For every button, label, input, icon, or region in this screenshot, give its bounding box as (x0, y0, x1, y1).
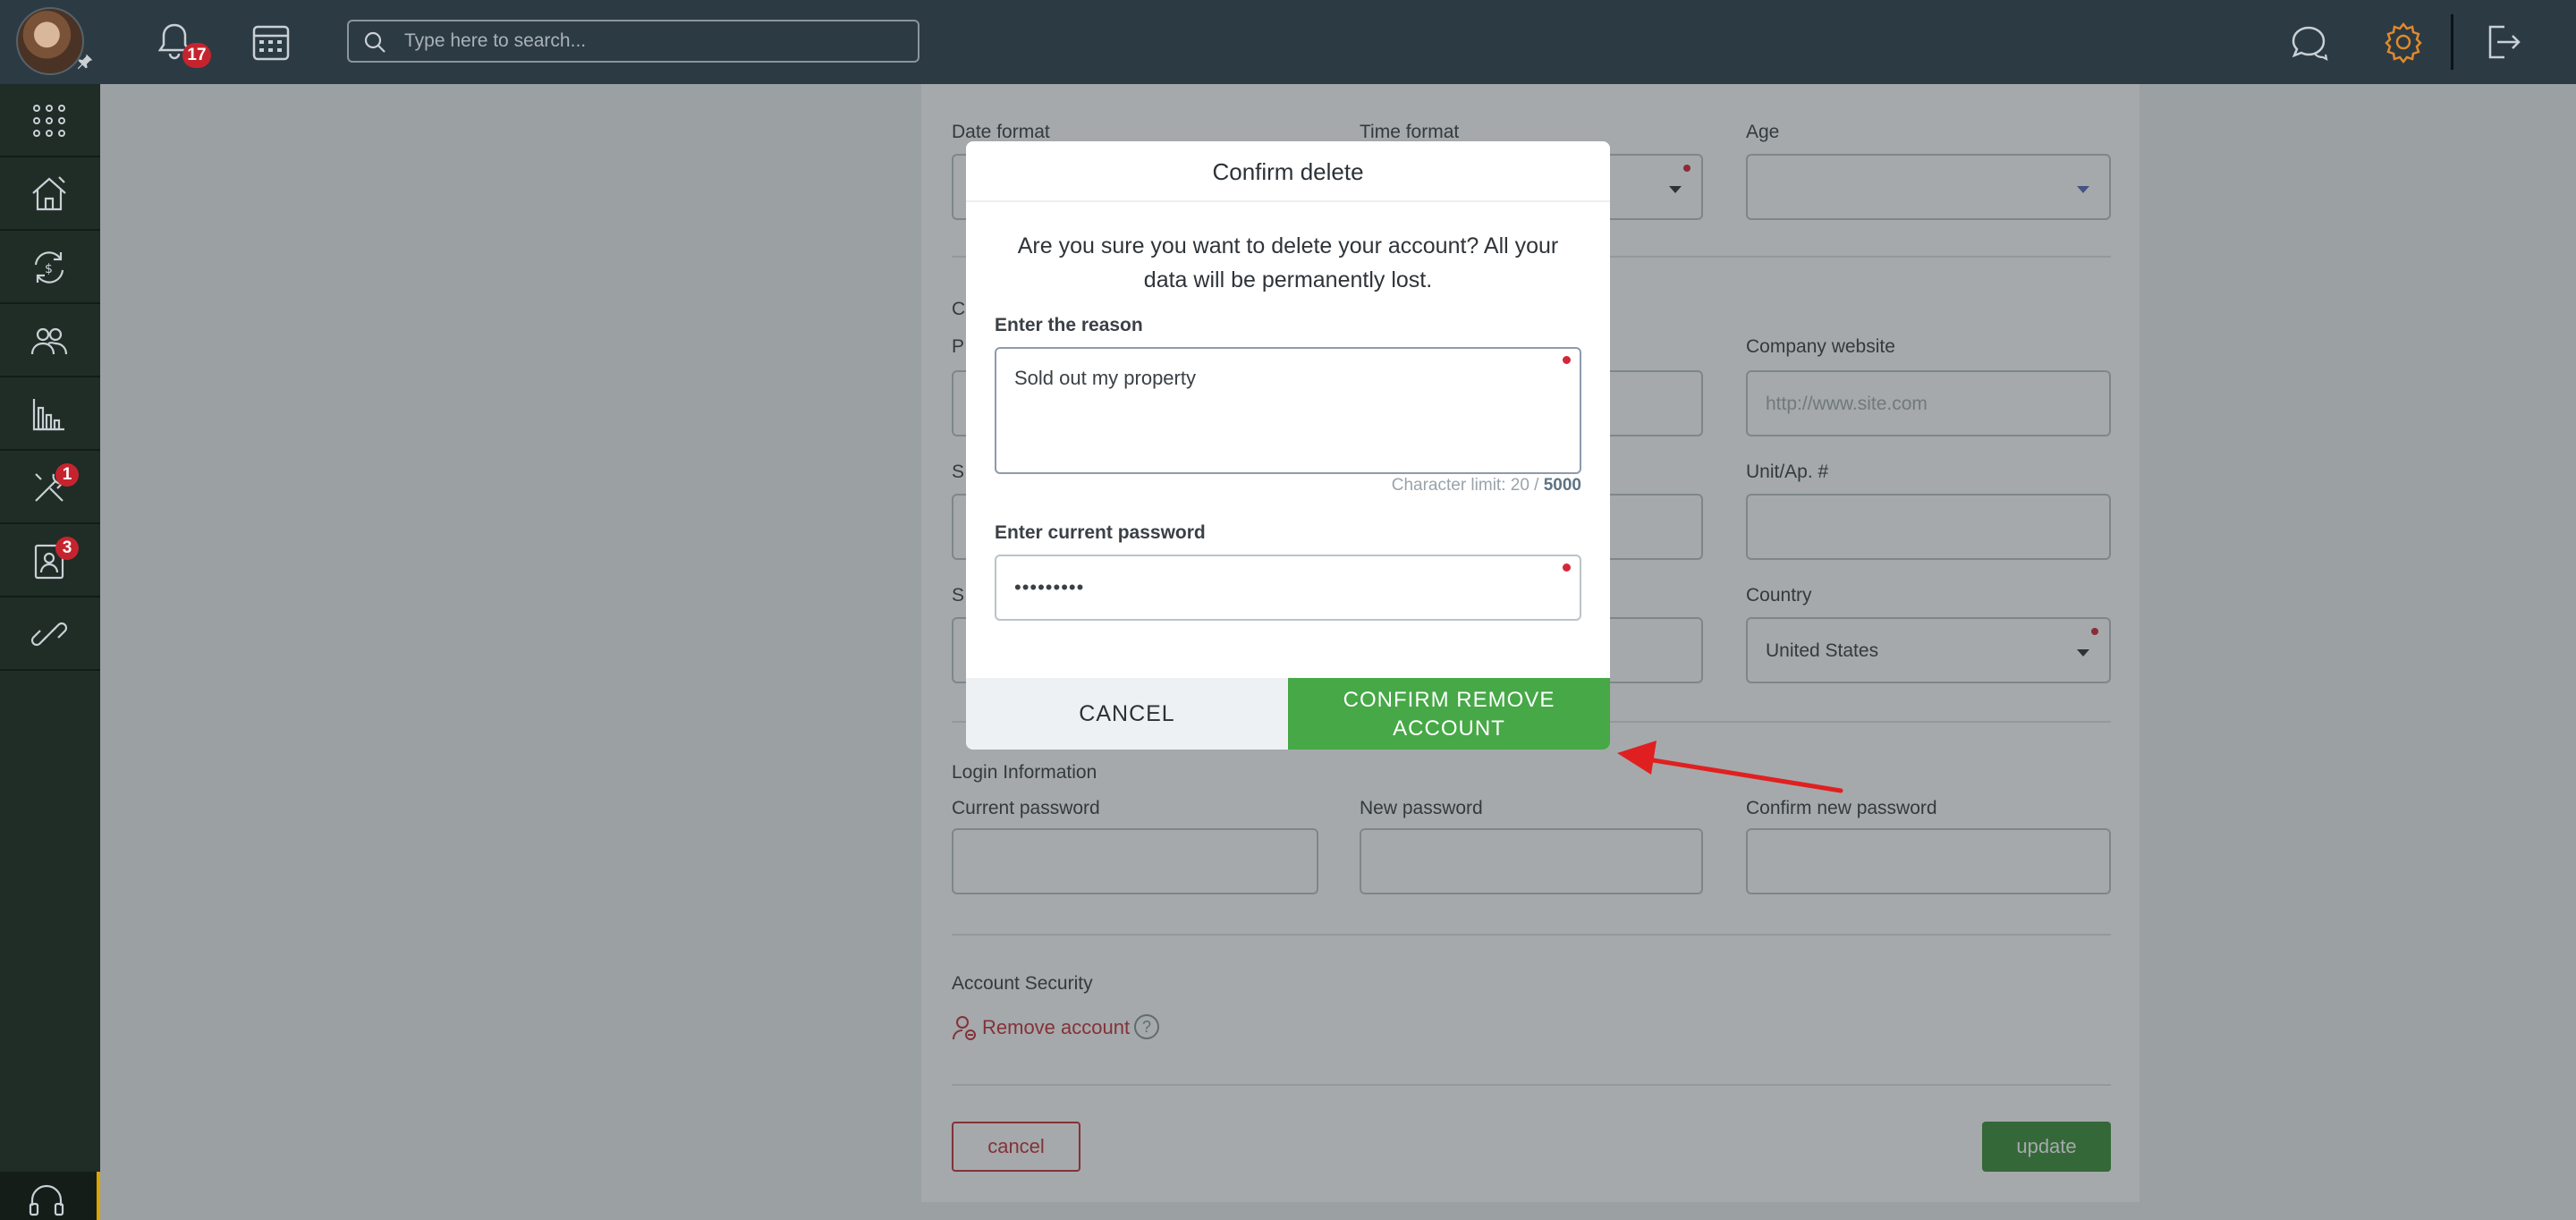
sidebar-item-tools[interactable]: 1 (0, 451, 100, 524)
sidebar-item-users[interactable] (0, 304, 100, 377)
tools-badge: 1 (55, 463, 79, 487)
modal-title: Confirm delete (966, 141, 1610, 202)
required-dot (1563, 563, 1571, 572)
headset-icon (29, 1184, 64, 1216)
top-bar: 17 (0, 0, 2576, 84)
sidebar-item-transactions[interactable]: $ (0, 231, 100, 304)
annotation-arrow (1617, 741, 1843, 793)
modal-message: Are you sure you want to delete your acc… (1017, 233, 1559, 292)
contacts-badge: 3 (55, 537, 79, 560)
sidebar-item-reports[interactable] (0, 377, 100, 451)
confirm-remove-account-button[interactable]: CONFIRM REMOVE ACCOUNT (1288, 678, 1610, 750)
reports-chart-icon (32, 399, 64, 431)
calendar-icon[interactable] (247, 18, 295, 66)
notifications-badge: 17 (182, 43, 211, 68)
password-value: ••••••••• (1014, 576, 1085, 598)
search-icon (364, 31, 386, 53)
sidebar-item-home[interactable] (0, 157, 100, 231)
sidebar-item-links[interactable] (0, 597, 100, 671)
sidebar-item-contacts[interactable]: 3 (0, 524, 100, 597)
char-limit-text: Character limit: 20 / (1391, 476, 1544, 495)
sidebar-item-apps[interactable] (0, 84, 100, 157)
search-box[interactable] (347, 20, 919, 63)
reason-value: Sold out my property (1014, 367, 1196, 389)
topbar-divider (2451, 14, 2453, 70)
confirm-delete-modal: Confirm delete Are you sure you want to … (966, 141, 1610, 750)
reason-textarea[interactable]: Sold out my property (995, 347, 1581, 474)
modal-cancel-button[interactable]: CANCEL (966, 678, 1288, 750)
transactions-icon: $ (34, 251, 64, 284)
svg-text:$: $ (45, 262, 53, 276)
password-label: Enter current password (995, 522, 1206, 543)
link-icon (30, 622, 68, 647)
char-limit: Character limit: 20 / 5000 (1392, 476, 1581, 496)
sidebar-support[interactable] (0, 1172, 100, 1220)
required-dot (1563, 356, 1571, 364)
sidebar: $ 1 3 (0, 84, 100, 1220)
users-icon (30, 327, 68, 355)
char-limit-max: 5000 (1543, 476, 1581, 495)
pin-icon[interactable] (75, 52, 98, 75)
user-avatar[interactable] (16, 7, 84, 75)
logout-icon[interactable] (2478, 18, 2526, 66)
apps-grid-icon (33, 105, 65, 137)
search-input[interactable] (404, 27, 905, 55)
chat-icon[interactable] (2284, 18, 2333, 66)
home-icon (32, 176, 66, 211)
gear-icon[interactable] (2379, 18, 2428, 66)
reason-label: Enter the reason (995, 315, 1143, 335)
password-input[interactable]: ••••••••• (995, 555, 1581, 621)
